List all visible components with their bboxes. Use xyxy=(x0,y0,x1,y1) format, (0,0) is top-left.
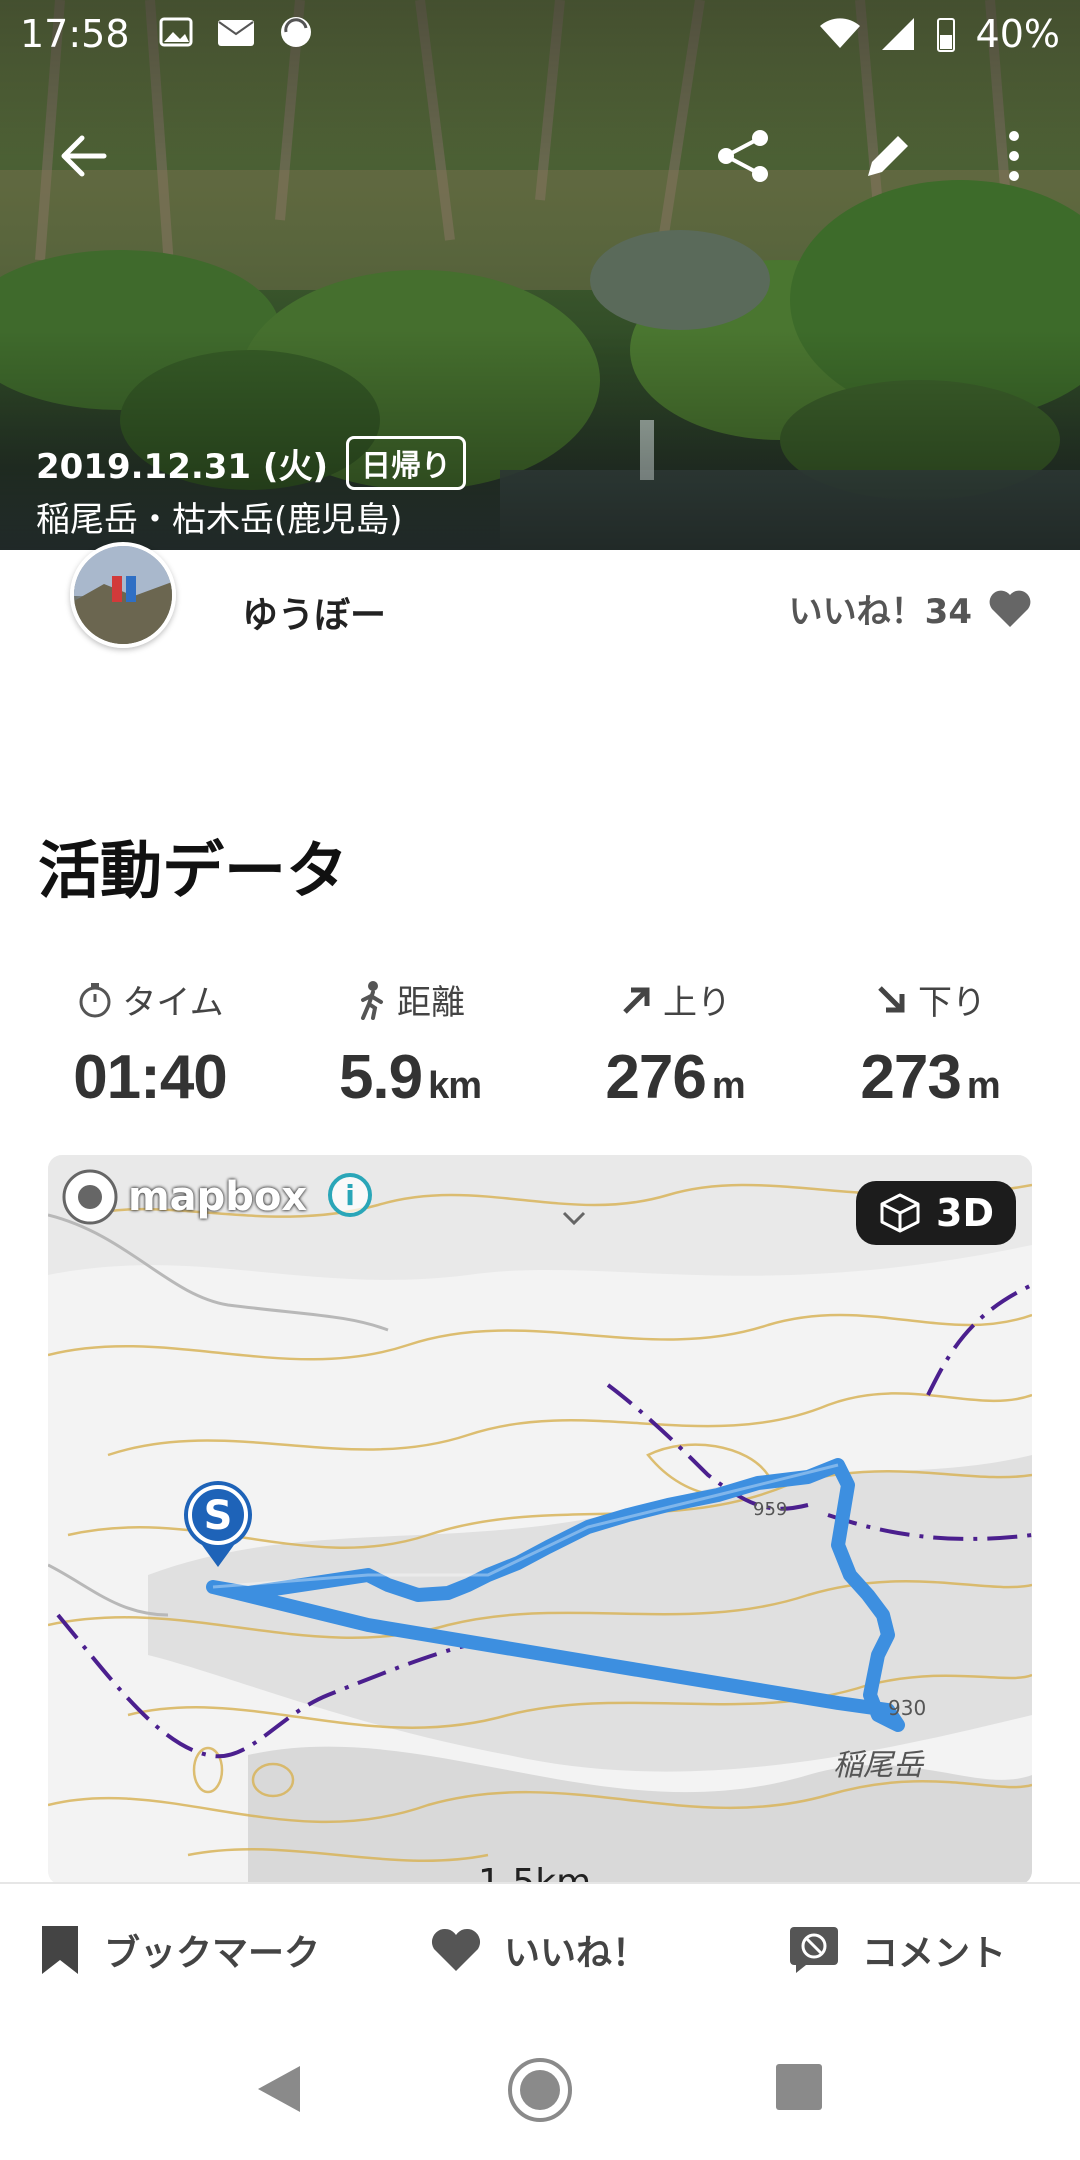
stat-distance-value: 5.9 xyxy=(338,1043,423,1112)
elevation-label-959: 959 xyxy=(753,1499,787,1520)
sync-icon xyxy=(281,17,311,47)
like-button[interactable]: いいね！ xyxy=(430,1924,648,1976)
mapbox-logo-text: mapbox xyxy=(128,1174,308,1220)
share-icon xyxy=(718,130,768,182)
likes-count: いいね！34 xyxy=(788,592,972,632)
recents-square-icon[interactable] xyxy=(774,2062,824,2112)
stat-distance: 距離 5.9 km xyxy=(290,975,530,1113)
stat-time-label: タイム xyxy=(122,983,224,1023)
route-map[interactable]: 959 930 稲尾岳 S mapbox i 3D 1.5km xyxy=(48,1155,1032,1885)
stat-time: タイム 01:40 xyxy=(30,975,270,1113)
comment-icon xyxy=(790,1927,838,1973)
mail-icon xyxy=(218,20,254,46)
activity-data-title: 活動データ xyxy=(38,834,349,907)
stopwatch-icon xyxy=(79,982,111,1017)
like-label: いいね！ xyxy=(504,1933,649,1974)
trip-type-badge: 日帰り xyxy=(346,436,467,490)
comment-label: コメント xyxy=(862,1933,1007,1974)
mapbox-attribution[interactable]: mapbox xyxy=(60,1167,307,1227)
stat-time-value: 01:40 xyxy=(73,1043,228,1112)
mapbox-logo-icon xyxy=(62,1169,118,1225)
status-bar: 17:58 40% xyxy=(0,0,1080,70)
action-bar: ブックマーク いいね！ コメント xyxy=(0,1882,1080,2024)
more-options-button[interactable] xyxy=(978,120,1050,192)
arrow-left-icon xyxy=(61,135,107,177)
home-circle-icon[interactable] xyxy=(506,2056,574,2124)
activity-stats: タイム 01:40 距離 5.9 km 上り 276 m 下り 273 m xyxy=(0,975,1080,1115)
bookmark-button[interactable]: ブックマーク xyxy=(38,1924,320,1976)
stat-descent-label: 下り xyxy=(918,983,986,1023)
stat-distance-label: 距離 xyxy=(397,983,465,1023)
share-button[interactable] xyxy=(708,120,780,192)
edit-button[interactable] xyxy=(852,120,924,192)
map-info-button[interactable]: i xyxy=(328,1173,372,1217)
status-time: 17:58 xyxy=(20,12,130,56)
map-3d-button[interactable]: 3D xyxy=(856,1181,1016,1245)
cube-icon xyxy=(880,1193,920,1233)
activity-date-row: 2019.12.31 (火) 日帰り xyxy=(36,436,467,490)
activity-location[interactable]: 稲尾岳・枯木岳(鹿児島) xyxy=(36,492,403,541)
bookmark-icon xyxy=(42,1926,78,1974)
activity-date: 2019.12.31 (火) xyxy=(36,446,329,487)
wifi-icon xyxy=(819,18,860,48)
heart-icon xyxy=(431,1928,481,1971)
more-vertical-icon xyxy=(1009,131,1019,181)
heart-icon xyxy=(989,590,1031,627)
peak-label: 稲尾岳 xyxy=(833,1748,925,1783)
pencil-icon xyxy=(868,136,908,176)
avatar[interactable] xyxy=(70,542,176,648)
stat-descent-value: 273 xyxy=(860,1043,961,1112)
stat-ascent-unit: m xyxy=(711,1065,746,1107)
username[interactable]: ゆうぼー xyxy=(242,586,386,638)
stat-distance-unit: km xyxy=(428,1065,482,1107)
stat-descent-unit: m xyxy=(966,1065,1001,1107)
map-canvas: 959 930 稲尾岳 S xyxy=(48,1155,1032,1885)
battery-icon xyxy=(936,18,955,52)
walker-icon xyxy=(361,980,383,1020)
stat-ascent-label: 上り xyxy=(663,983,731,1023)
likes-summary[interactable]: いいね！34 xyxy=(789,584,1032,633)
arrow-down-right-icon xyxy=(878,985,905,1012)
start-marker-label: S xyxy=(204,1493,233,1539)
image-icon xyxy=(159,17,193,47)
stat-ascent-value: 276 xyxy=(605,1043,706,1112)
bookmark-label: ブックマーク xyxy=(104,1933,321,1974)
stat-descent: 下り 273 m xyxy=(810,975,1050,1113)
arrow-up-right-icon xyxy=(623,987,650,1014)
back-triangle-icon[interactable] xyxy=(252,2062,306,2116)
system-nav-bar xyxy=(0,2020,1080,2160)
avatar-image xyxy=(74,546,172,644)
comment-button[interactable]: コメント xyxy=(788,1924,1006,1976)
battery-percent: 40% xyxy=(975,12,1060,56)
map-3d-label: 3D xyxy=(936,1191,994,1235)
stat-ascent: 上り 276 m xyxy=(555,975,795,1113)
signal-icon xyxy=(881,18,914,50)
back-button[interactable] xyxy=(48,120,120,192)
elevation-label-930: 930 xyxy=(888,1696,926,1720)
